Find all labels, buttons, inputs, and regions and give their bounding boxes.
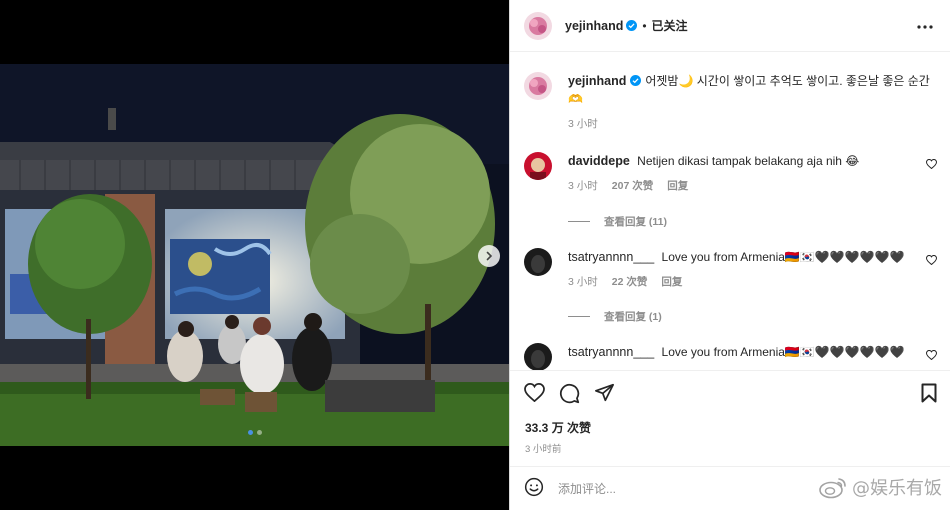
commenter-avatar[interactable] bbox=[524, 152, 552, 180]
verified-badge-icon bbox=[626, 20, 638, 31]
caption-meta: 3 小时 bbox=[568, 116, 938, 131]
chevron-right-icon bbox=[486, 251, 493, 261]
caption-username[interactable]: yejinhand bbox=[568, 74, 626, 88]
view-replies-label: 查看回复 (1) bbox=[604, 311, 662, 323]
watermark: @娱乐有饭 bbox=[818, 474, 942, 500]
view-replies-button[interactable]: 查看回复 (1) bbox=[568, 309, 662, 324]
replies-divider bbox=[568, 316, 590, 317]
reply-button[interactable]: 回复 bbox=[667, 178, 688, 193]
comment-like-button[interactable] bbox=[925, 157, 938, 172]
comment-row: tsatryannnn___ Love you from Armenia🇦🇲🇰🇷… bbox=[524, 343, 938, 371]
view-replies-button[interactable]: 查看回复 (11) bbox=[568, 214, 667, 229]
comment-text: tsatryannnn___ Love you from Armenia🇦🇲🇰🇷… bbox=[568, 343, 938, 361]
next-photo-button[interactable] bbox=[478, 245, 500, 267]
comment-like-count[interactable]: 207 次赞 bbox=[612, 178, 653, 193]
share-button[interactable] bbox=[594, 383, 615, 407]
emoji-icon bbox=[524, 477, 544, 497]
caption-row: yejinhand 어젯밤🌙 시간이 쌓이고 추억도 쌓이고. 좋은날 좋은 순간… bbox=[524, 72, 937, 131]
carousel-indicator bbox=[0, 430, 509, 435]
comment-button[interactable] bbox=[559, 383, 580, 407]
reply-button[interactable]: 回复 bbox=[661, 274, 682, 289]
post-media bbox=[0, 0, 509, 510]
comments-list[interactable]: yejinhand 어젯밤🌙 시간이 쌓이고 추억도 쌓이고. 좋은날 좋은 순간… bbox=[510, 52, 950, 372]
comment-text: tsatryannnn___ Love you from Armenia🇦🇲🇰🇷… bbox=[568, 248, 938, 266]
comment-time: 3 小时 bbox=[568, 180, 598, 192]
caption-time: 3 小时 bbox=[568, 118, 598, 130]
carousel-dot-active bbox=[247, 430, 253, 435]
heart-icon bbox=[925, 158, 938, 170]
more-options-button[interactable] bbox=[917, 16, 933, 32]
comment-body: Love you from Armenia🇦🇲🇰🇷🖤🖤🖤🖤🖤🖤 bbox=[661, 250, 905, 264]
comment-time: 3 小时 bbox=[568, 276, 598, 288]
view-replies-label: 查看回复 (11) bbox=[604, 216, 668, 228]
commenter-avatar[interactable] bbox=[524, 343, 552, 371]
post-timestamp: 3 小时前 bbox=[525, 444, 562, 455]
save-button[interactable] bbox=[921, 383, 937, 406]
emoji-button[interactable] bbox=[524, 477, 544, 500]
comment-body: Love you from Armenia🇦🇲🇰🇷🖤🖤🖤🖤🖤🖤 bbox=[661, 345, 905, 359]
comment-input[interactable] bbox=[558, 481, 758, 496]
heart-icon bbox=[925, 349, 938, 361]
post-side-panel: yejinhand • 已关注 yejinhand 어젯밤🌙 시간이 쌓이고 추… bbox=[509, 0, 950, 510]
heart-icon bbox=[524, 382, 545, 403]
post-photo bbox=[0, 64, 509, 446]
commenter-username[interactable]: daviddepe bbox=[568, 154, 630, 168]
post-actions: 33.3 万 次赞 3 小时前 bbox=[510, 370, 950, 460]
share-icon bbox=[595, 383, 614, 402]
comment-like-button[interactable] bbox=[925, 348, 938, 363]
more-horizontal-icon bbox=[917, 25, 933, 29]
comment-row: tsatryannnn___ Love you from Armenia🇦🇲🇰🇷… bbox=[524, 248, 938, 289]
author-avatar[interactable] bbox=[524, 72, 552, 100]
watermark-text: @娱乐有饭 bbox=[852, 478, 942, 499]
replies-divider bbox=[568, 221, 590, 222]
comment-body: Netijen dikasi tampak belakang aja nih 😂 bbox=[637, 154, 860, 168]
comment-like-count[interactable]: 22 次赞 bbox=[612, 274, 648, 289]
comment-text: daviddepe Netijen dikasi tampak belakang… bbox=[568, 152, 938, 170]
weibo-logo-icon bbox=[819, 478, 846, 499]
caption-text: yejinhand 어젯밤🌙 시간이 쌓이고 추억도 쌓이고. 좋은날 좋은 순간… bbox=[568, 72, 938, 108]
separator-dot: • bbox=[642, 18, 647, 33]
commenter-avatar[interactable] bbox=[524, 248, 552, 276]
carousel-dot bbox=[256, 430, 262, 435]
commenter-username[interactable]: tsatryannnn___ bbox=[568, 345, 654, 359]
comment-meta: 3 小时 22 次赞 回复 bbox=[568, 274, 938, 289]
following-button[interactable]: 已关注 bbox=[652, 17, 688, 34]
author-avatar[interactable] bbox=[524, 11, 552, 40]
bookmark-icon bbox=[921, 383, 937, 403]
like-button[interactable] bbox=[524, 382, 545, 407]
comment-meta: 3 小时 207 次赞 回复 bbox=[568, 178, 938, 193]
comment-icon bbox=[559, 383, 580, 404]
post-header: yejinhand • 已关注 bbox=[510, 0, 950, 52]
commenter-username[interactable]: tsatryannnn___ bbox=[568, 250, 654, 264]
heart-icon bbox=[925, 254, 938, 266]
verified-badge-icon bbox=[630, 75, 642, 86]
comment-like-button[interactable] bbox=[925, 253, 938, 268]
author-username[interactable]: yejinhand bbox=[565, 19, 623, 33]
comment-row: daviddepe Netijen dikasi tampak belakang… bbox=[524, 152, 938, 193]
likes-count[interactable]: 33.3 万 次赞 bbox=[525, 419, 591, 436]
